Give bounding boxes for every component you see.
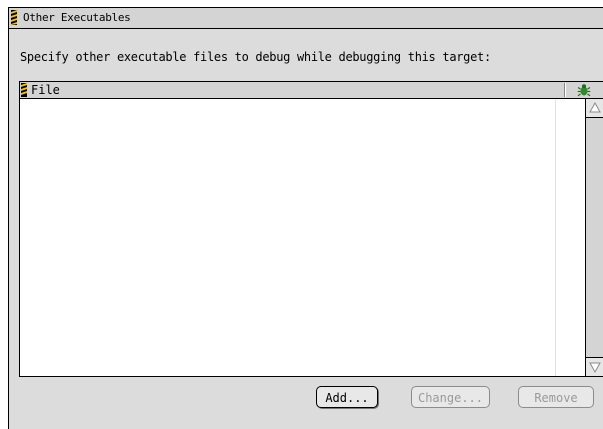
arrow-up-icon — [589, 101, 601, 113]
panel-titlebar: Other Executables — [9, 8, 603, 29]
scroll-up-button[interactable] — [586, 99, 603, 118]
hazard-stripe-icon — [11, 10, 17, 25]
panel-title: Other Executables — [23, 11, 131, 24]
executables-list[interactable]: File — [19, 81, 603, 377]
instructions-text: Specify other executable files to debug … — [20, 50, 491, 64]
bug-icon[interactable] — [577, 83, 591, 97]
header-divider — [565, 83, 566, 97]
list-header: File — [20, 82, 603, 99]
vertical-scrollbar[interactable] — [585, 99, 603, 376]
add-button[interactable]: Add... — [316, 386, 378, 408]
column-header-file[interactable]: File — [31, 83, 60, 97]
remove-button[interactable]: Remove — [518, 386, 594, 408]
other-executables-panel: Other Executables Specify other executab… — [8, 7, 603, 429]
change-button[interactable]: Change... — [411, 386, 490, 408]
hazard-stripe-icon — [21, 83, 27, 97]
scroll-track[interactable] — [586, 118, 603, 357]
scroll-down-button[interactable] — [586, 357, 603, 376]
column-divider — [555, 99, 556, 376]
arrow-down-icon — [589, 362, 601, 374]
